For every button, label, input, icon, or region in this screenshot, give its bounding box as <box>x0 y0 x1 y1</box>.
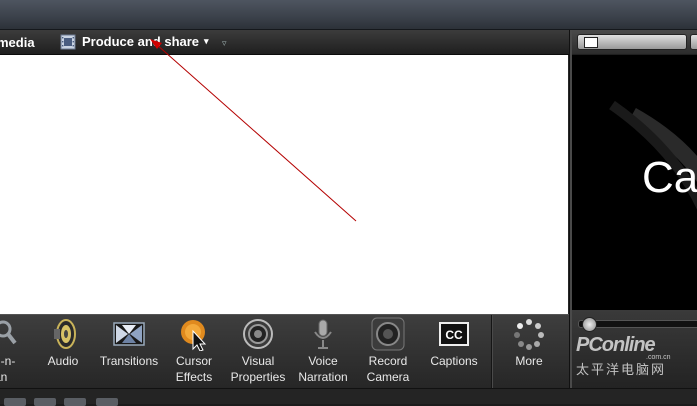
task-visual-properties-label: Visual Properties <box>230 354 286 384</box>
editor-pane: media Produce and share ▾ ▿ n <box>0 30 569 389</box>
zoom-magnifier-icon <box>0 320 17 345</box>
resize-icon <box>584 37 598 48</box>
produce-and-share-button[interactable]: Produce and share ▾ <box>60 30 209 54</box>
status-bar <box>0 388 697 406</box>
task-record-camera-label: Record Camera <box>366 354 410 384</box>
task-visual-properties[interactable]: Visual Properties <box>226 315 290 389</box>
preview-secondary-button[interactable] <box>690 34 697 50</box>
watermark-cn: 太平洋电脑网 <box>576 362 667 377</box>
cursor-effects-icon <box>181 320 207 351</box>
produce-and-share-label: Produce and share <box>82 34 200 49</box>
svg-text:CC: CC <box>445 328 463 342</box>
visual-properties-icon <box>243 319 273 349</box>
more-spinner-icon <box>514 319 544 350</box>
task-voice-narration-label: Voice Narration <box>298 354 348 384</box>
status-icon-1[interactable] <box>4 398 26 406</box>
chevron-down-icon: ▾ <box>204 36 209 46</box>
task-transitions-label: Transitions <box>99 354 159 368</box>
preview-toolbar <box>572 30 697 54</box>
task-record-camera[interactable]: Record Camera <box>360 315 416 389</box>
window-title-strip <box>0 0 697 30</box>
import-media-button[interactable]: media <box>0 30 35 54</box>
task-tabs-bar: n-n- an Audio Transitions <box>0 314 569 389</box>
task-cursor-effects[interactable]: Cursor Effects <box>168 315 220 389</box>
task-captions[interactable]: CC Captions <box>424 315 484 389</box>
task-more-label: More <box>515 354 543 368</box>
watermark: PConline .com.cn 太平洋电脑网 <box>576 334 671 378</box>
task-transitions[interactable]: Transitions <box>96 315 162 389</box>
task-audio-label: Audio <box>47 354 79 368</box>
task-captions-label: Captions <box>430 354 478 368</box>
preview-size-button[interactable] <box>577 34 687 50</box>
watermark-sub: .com.cn <box>646 354 671 361</box>
task-zoom-label: n-n- an <box>0 354 16 384</box>
tasks-separator <box>491 315 492 389</box>
status-icon-4[interactable] <box>96 398 118 406</box>
task-zoom-n-pan[interactable]: n-n- an <box>0 315 30 389</box>
film-strip-icon <box>60 34 76 50</box>
preview-screen: Ca <box>572 55 697 310</box>
microphone-icon <box>314 319 332 349</box>
status-icon-2[interactable] <box>34 398 56 406</box>
main-toolbar: media Produce and share ▾ ▿ <box>0 30 569 55</box>
task-voice-narration[interactable]: Voice Narration <box>294 315 352 389</box>
task-more[interactable]: More <box>500 315 558 389</box>
toolbar-options-chevron-icon[interactable]: ▿ <box>222 30 227 54</box>
import-media-label: media <box>0 35 35 50</box>
transitions-icon <box>113 322 145 346</box>
camera-icon <box>371 317 405 351</box>
captions-cc-icon: CC <box>439 322 469 346</box>
task-cursor-effects-label: Cursor Effects <box>175 354 213 384</box>
task-audio[interactable]: Audio <box>40 315 86 389</box>
speaker-icon <box>54 319 76 349</box>
preview-title-text: Ca <box>642 153 697 202</box>
canvas-area[interactable] <box>0 55 568 314</box>
playback-slider-handle[interactable] <box>582 317 597 332</box>
status-icon-3[interactable] <box>64 398 86 406</box>
